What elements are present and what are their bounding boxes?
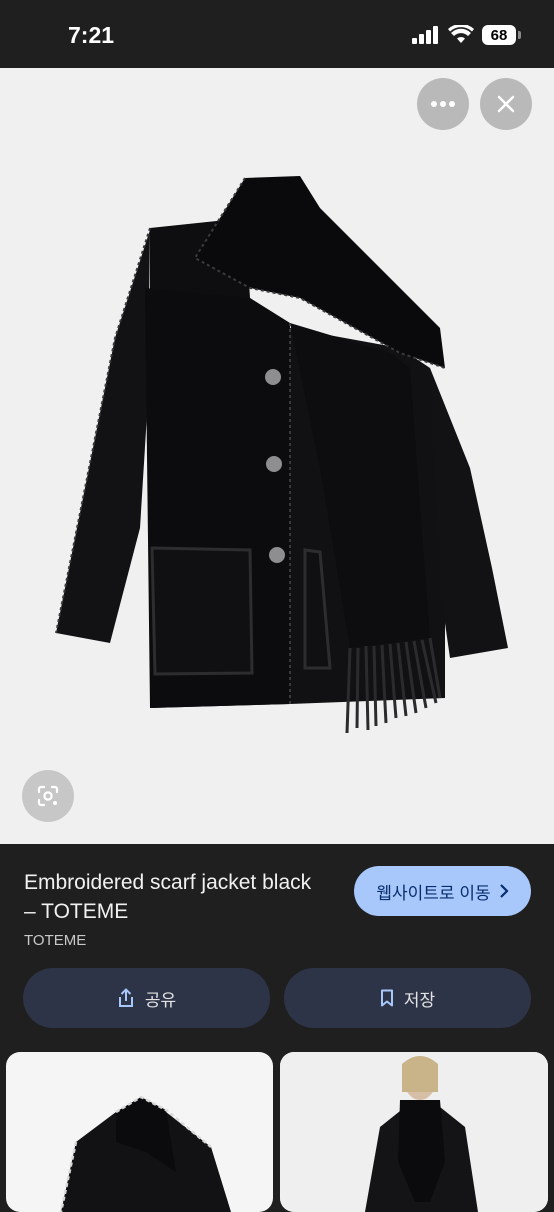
related-image-card[interactable] [280,1052,548,1212]
chevron-right-icon [499,884,509,898]
visit-website-label: 웹사이트로 이동 [376,883,491,903]
save-button[interactable]: 저장 [284,968,531,1028]
related-image-card[interactable] [6,1052,273,1212]
cellular-signal-icon [412,26,438,44]
product-title[interactable]: Embroidered scarf jacket black – TOTEME [24,868,324,926]
battery-indicator: 68 [482,25,521,45]
save-label: 저장 [403,990,436,1010]
wifi-icon [448,25,474,43]
visit-website-button[interactable]: 웹사이트로 이동 [354,866,531,916]
lens-search-button[interactable] [22,770,74,822]
related-model-image [280,1052,548,1212]
share-label: 공유 [144,990,177,1010]
close-button[interactable] [480,78,532,130]
product-image [55,176,508,734]
product-source: TOTEME [24,932,87,949]
bookmark-icon [380,989,393,1007]
status-bar: 7:21 68 [0,0,554,68]
lens-search-icon [37,785,59,807]
battery-level: 68 [490,26,508,44]
close-icon [497,95,515,113]
status-time: 7:21 [68,22,115,48]
more-horiz-icon [431,101,455,107]
share-icon [118,988,133,1007]
status-icons: 68 [412,25,521,45]
related-product-image [59,1095,231,1212]
share-button[interactable]: 공유 [23,968,270,1028]
more-options-button[interactable] [417,78,469,130]
image-viewer[interactable] [0,68,554,844]
